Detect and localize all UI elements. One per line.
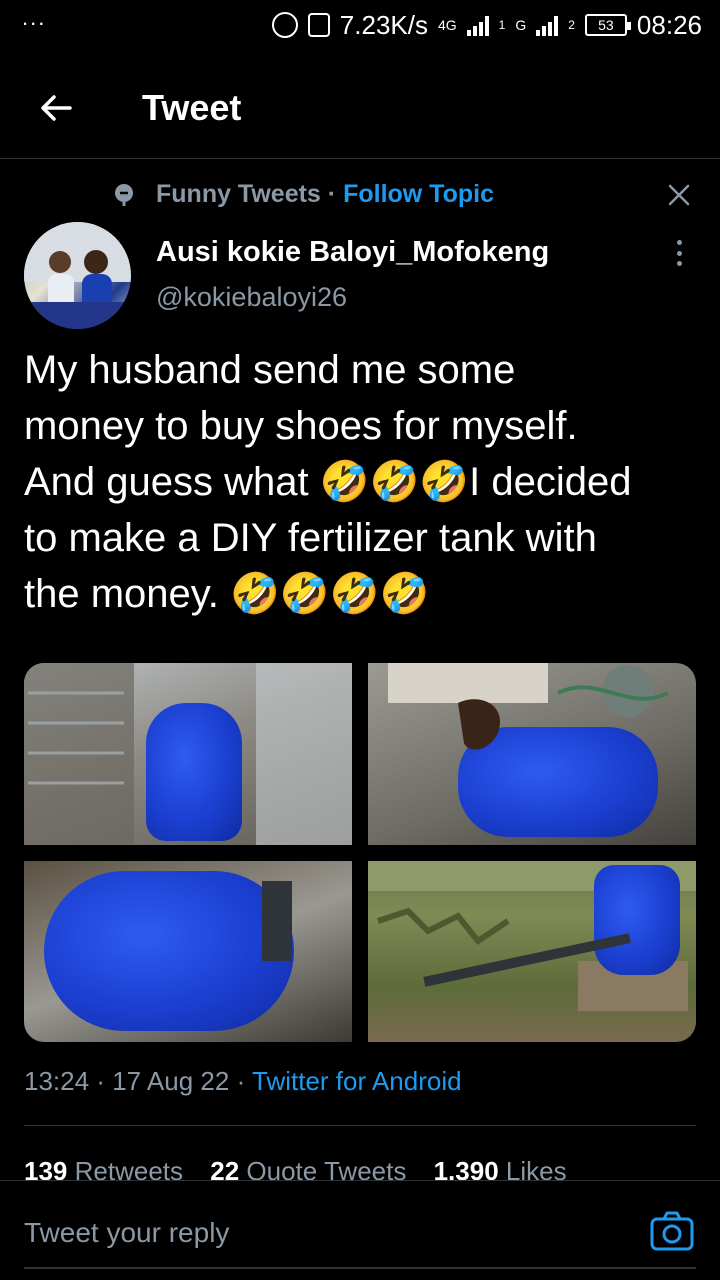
likes-count: 1,390 [433, 1156, 499, 1180]
sim-label-2: 2 [568, 18, 575, 32]
author-name[interactable]: Ausi kokie Baloyi_Mofokeng [156, 236, 549, 269]
nfc-icon [271, 12, 298, 38]
camera-icon[interactable] [650, 1211, 694, 1251]
topic-label: Funny Tweets · Follow Topic [156, 180, 494, 209]
network-type-2: G [515, 17, 527, 33]
network-speed: 7.23K/s [339, 9, 428, 40]
tweet-photo[interactable] [368, 663, 696, 845]
retweets-count: 139 [24, 1156, 68, 1180]
blue-barrel [594, 865, 680, 975]
reply-input[interactable]: Tweet your reply [24, 1217, 229, 1249]
tweet-text: My husband send me some money to buy sho… [24, 342, 704, 622]
topic-name[interactable]: Funny Tweets [156, 180, 321, 208]
likes-label: Likes [505, 1156, 567, 1180]
tweet-line: to make a DIY fertilizer tank with [24, 516, 597, 560]
tweet-photo[interactable] [368, 861, 696, 1042]
tweet-date: 17 Aug 22 [112, 1066, 230, 1096]
network-type-1: 4G [437, 17, 457, 33]
status-right: 7.23K/s 4G 1 G 2 53 08:26 [271, 9, 702, 41]
retweets-stat[interactable]: 139 Retweets [24, 1156, 183, 1180]
tweet-line: My husband send me some [24, 348, 516, 392]
author-handle[interactable]: @kokiebaloyi26 [156, 282, 347, 313]
likes-stat[interactable]: 1,390 Likes [434, 1156, 567, 1180]
tweet-line: the money. 🤣🤣🤣🤣 [24, 572, 430, 616]
quote-tweets-stat[interactable]: 22 Quote Tweets [210, 1156, 406, 1180]
tweet-line: money to buy shoes for myself. [24, 404, 578, 448]
screenshot-icon [307, 13, 330, 37]
quotes-count: 22 [210, 1156, 240, 1180]
header-divider [0, 158, 720, 159]
tweet-stats: 139 Retweets 22 Quote Tweets 1,390 Likes [24, 1156, 567, 1180]
reply-underline [24, 1267, 696, 1269]
signal-icon-2 [536, 14, 559, 36]
close-icon[interactable] [664, 180, 694, 210]
tweet-line: And guess what 🤣🤣🤣I decided [24, 460, 632, 504]
status-dots: ... [22, 5, 47, 30]
avatar[interactable] [24, 222, 131, 329]
follow-topic-button[interactable]: Follow Topic [343, 180, 494, 208]
quotes-label: Quote Tweets [246, 1156, 407, 1180]
tweet-meta: 13:24 · 17 Aug 22 · Twitter for Android [24, 1066, 462, 1097]
tweet-time: 13:24 [24, 1066, 90, 1096]
tweet-source-link[interactable]: Twitter for Android [252, 1066, 462, 1096]
topic-bubble-icon [115, 184, 133, 206]
pipe-fitting [262, 881, 292, 961]
topic-row: Funny Tweets · Follow Topic [0, 172, 720, 216]
clock: 08:26 [636, 9, 702, 40]
meta-separator: · [96, 1066, 105, 1096]
status-bar: ... 7.23K/s 4G 1 G 2 53 08:26 [0, 0, 720, 50]
more-vertical-icon[interactable] [664, 236, 694, 270]
signal-icon-1 [466, 14, 489, 36]
meta-divider [24, 1125, 696, 1126]
meta-separator: · [236, 1066, 246, 1096]
blue-barrel [146, 703, 242, 841]
top-app-bar: Tweet [0, 60, 720, 156]
topic-separator: · [327, 179, 337, 208]
battery-icon: 53 [584, 14, 631, 36]
reply-bar: Tweet your reply [0, 1180, 720, 1280]
tweet-photo[interactable] [24, 861, 352, 1042]
retweets-label: Retweets [74, 1156, 184, 1180]
media-grid [24, 663, 696, 1042]
arrow-left-icon[interactable] [36, 88, 76, 128]
blue-barrel [44, 871, 294, 1031]
sim-label-1: 1 [498, 18, 506, 32]
page-title: Tweet [142, 87, 242, 128]
tweet-photo[interactable] [24, 663, 352, 845]
